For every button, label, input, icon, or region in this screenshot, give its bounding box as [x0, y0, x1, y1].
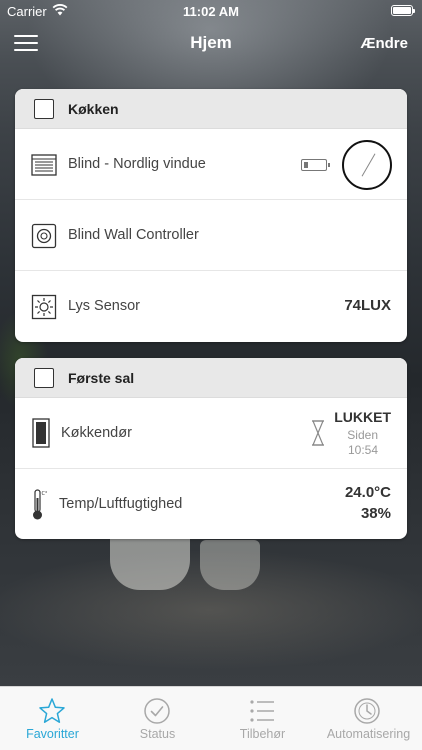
low-battery-icon [301, 159, 330, 171]
device-row-wall-controller[interactable]: Blind Wall Controller [15, 200, 407, 271]
room-select-checkbox[interactable] [34, 368, 54, 388]
since-time: 10:54 [347, 443, 378, 457]
room-title: Køkken [68, 101, 119, 117]
device-row-door[interactable]: Køkkendør LUKKET Siden 10:54 [15, 398, 407, 469]
page-title: Hjem [190, 33, 232, 52]
check-circle-icon [144, 698, 170, 724]
room-card-kitchen: Køkken Blind - Nordlig vindue Blind Wall… [15, 89, 407, 342]
svg-text:C°: C° [42, 491, 48, 497]
lux-value: 74LUX [344, 297, 391, 314]
tab-label: Status [139, 727, 176, 741]
tab-bar: Favoritter Status Tilbehør Automatiserin… [0, 686, 422, 750]
navigation-bar: Hjem Ændre [0, 22, 422, 66]
thermometer-icon: C° [33, 489, 48, 520]
device-name: Blind Wall Controller [68, 227, 199, 243]
door-state: LUKKET [334, 409, 391, 425]
device-name: Køkkendør [61, 425, 132, 441]
room-header[interactable]: Køkken [15, 89, 407, 129]
tab-label: Favoritter [26, 727, 79, 741]
humidity-value: 38% [360, 505, 391, 522]
status-bar: Carrier 11:02 AM [0, 0, 422, 22]
list-icon [250, 700, 274, 722]
tab-accessories[interactable]: Tilbehør [210, 687, 315, 750]
room-title: Første sal [68, 370, 135, 386]
blind-icon [31, 154, 57, 176]
star-icon [39, 698, 65, 723]
door-icon [32, 418, 50, 448]
device-name: Temp/Luftfugtighed [59, 496, 183, 512]
device-row-temp-humidity[interactable]: C° Temp/Luftfugtighed 24.0°C 38% [15, 469, 407, 539]
device-name: Blind - Nordlig vindue [68, 156, 206, 172]
background-pot [200, 540, 260, 590]
tab-favorites[interactable]: Favoritter [0, 687, 105, 750]
since-label: Siden [347, 428, 378, 442]
blind-position-dial[interactable] [342, 140, 392, 190]
room-header[interactable]: Første sal [15, 358, 407, 398]
tab-label: Tilbehør [239, 727, 286, 741]
wall-controller-icon [31, 223, 57, 249]
hourglass-icon [312, 420, 324, 446]
edit-button[interactable]: Ændre [360, 35, 408, 52]
device-name: Lys Sensor [68, 298, 140, 314]
tab-label: Automatisering [326, 727, 411, 741]
tab-automation[interactable]: Automatisering [315, 687, 422, 750]
battery-icon [391, 5, 415, 16]
room-select-checkbox[interactable] [34, 99, 54, 119]
tab-status[interactable]: Status [105, 687, 210, 750]
device-row-light-sensor[interactable]: Lys Sensor 74LUX [15, 271, 407, 342]
device-row-blind[interactable]: Blind - Nordlig vindue [15, 129, 407, 200]
clock-icon [354, 698, 380, 724]
clock: 11:02 AM [183, 4, 239, 19]
temperature-value: 24.0°C [344, 484, 391, 501]
room-card-first-floor: Første sal Køkkendør LUKKET Siden 10:54 … [15, 358, 407, 539]
light-sensor-icon [31, 294, 57, 320]
